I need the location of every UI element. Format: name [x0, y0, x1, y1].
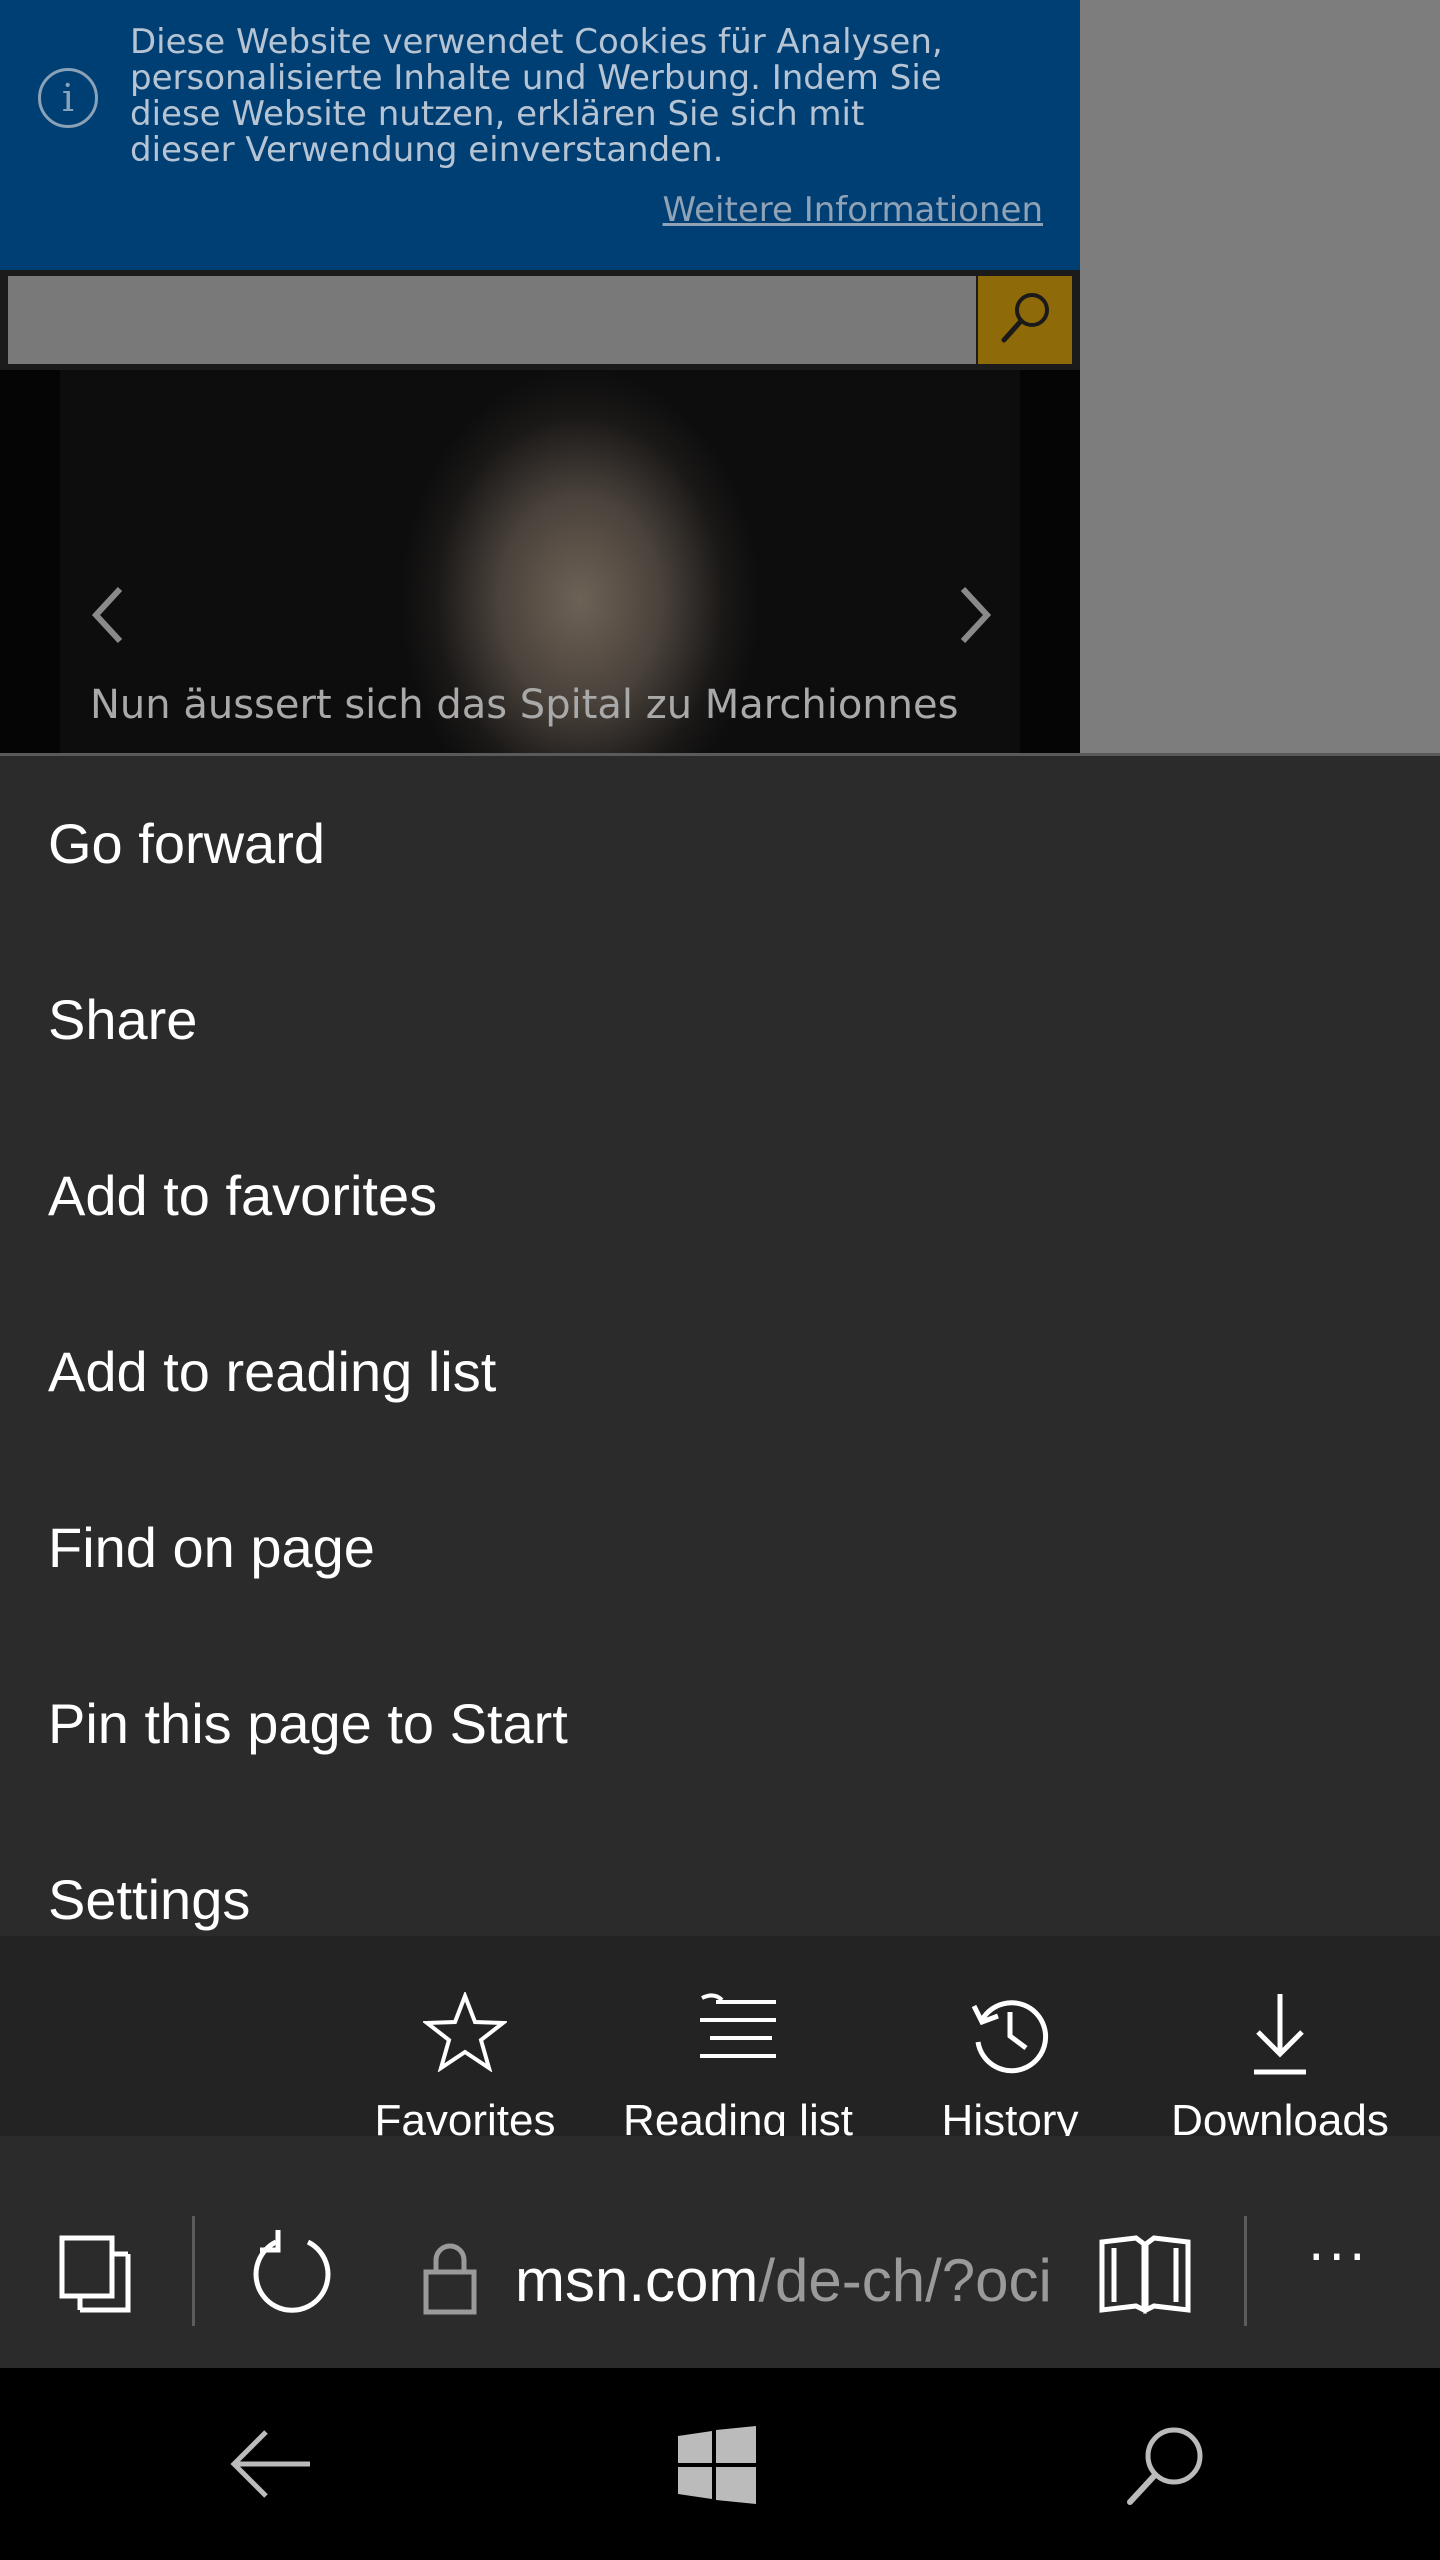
menu-item-pin-to-start[interactable]: Pin this page to Start: [48, 1636, 568, 1812]
hub-downloads-button[interactable]: Downloads: [1155, 1936, 1405, 2145]
site-search-input[interactable]: [8, 276, 976, 364]
carousel-prev-button[interactable]: [88, 585, 128, 645]
menu-item-add-to-favorites[interactable]: Add to favorites: [48, 1108, 437, 1284]
address-bar: msn.com/de-ch/?oci ···: [0, 2136, 1440, 2368]
separator: [192, 2216, 195, 2326]
hub-history-button[interactable]: History: [910, 1936, 1110, 2145]
system-nav-bar: [0, 2368, 1440, 2560]
reading-list-icon: [700, 1993, 776, 2058]
tabs-icon[interactable]: [58, 2234, 134, 2314]
menu-item-add-to-reading-list[interactable]: Add to reading list: [48, 1284, 496, 1460]
url-domain: msn.com: [515, 2247, 759, 2314]
hub-reading-list-button[interactable]: Reading list: [608, 1936, 868, 2145]
web-page-content: i Diese Website verwendet Cookies für An…: [0, 0, 1440, 755]
menu-item-go-forward[interactable]: Go forward: [48, 756, 325, 932]
url-path: /de-ch/?oci: [758, 2247, 1052, 2314]
chevron-left-icon: [91, 586, 123, 644]
site-search-button[interactable]: [978, 276, 1072, 364]
download-icon: [1254, 1994, 1306, 2075]
page-overlay-area: [1080, 0, 1440, 755]
info-icon: i: [38, 68, 98, 128]
hub-favorites-button[interactable]: Favorites: [360, 1936, 570, 2145]
windows-start-icon[interactable]: [678, 2426, 756, 2504]
refresh-icon[interactable]: [248, 2228, 336, 2318]
news-caption[interactable]: Nun äussert sich das Spital zu Marchionn…: [90, 682, 958, 728]
reading-view-icon[interactable]: [1098, 2234, 1192, 2314]
menu-item-find-on-page[interactable]: Find on page: [48, 1460, 375, 1636]
cookie-message: Diese Website verwendet Cookies für Anal…: [130, 22, 943, 170]
menu-item-share[interactable]: Share: [48, 932, 197, 1108]
search-icon[interactable]: [1124, 2422, 1208, 2508]
lock-icon: [423, 2243, 477, 2315]
chevron-right-icon: [960, 586, 992, 644]
cookie-banner: i Diese Website verwendet Cookies für An…: [0, 0, 1080, 270]
back-arrow-icon[interactable]: [230, 2428, 314, 2500]
news-carousel[interactable]: Nun äussert sich das Spital zu Marchionn…: [0, 370, 1080, 755]
history-icon: [971, 2000, 1049, 2074]
more-actions-menu: Go forward Share Add to favorites Add to…: [0, 756, 1440, 1936]
menu-item-settings[interactable]: Settings: [48, 1812, 250, 1936]
search-icon: [1001, 293, 1049, 343]
more-actions-button[interactable]: ···: [1308, 2228, 1370, 2288]
carousel-next-button[interactable]: [955, 585, 995, 645]
site-search-bar: [0, 270, 1080, 370]
star-icon: [423, 1992, 507, 2072]
url-field[interactable]: msn.com/de-ch/?oci: [515, 2246, 1055, 2315]
hub-bar: Favorites Reading list History Downloads: [0, 1936, 1440, 2145]
more-info-link[interactable]: Weitere Informationen: [663, 190, 1043, 230]
separator: [1244, 2216, 1247, 2326]
